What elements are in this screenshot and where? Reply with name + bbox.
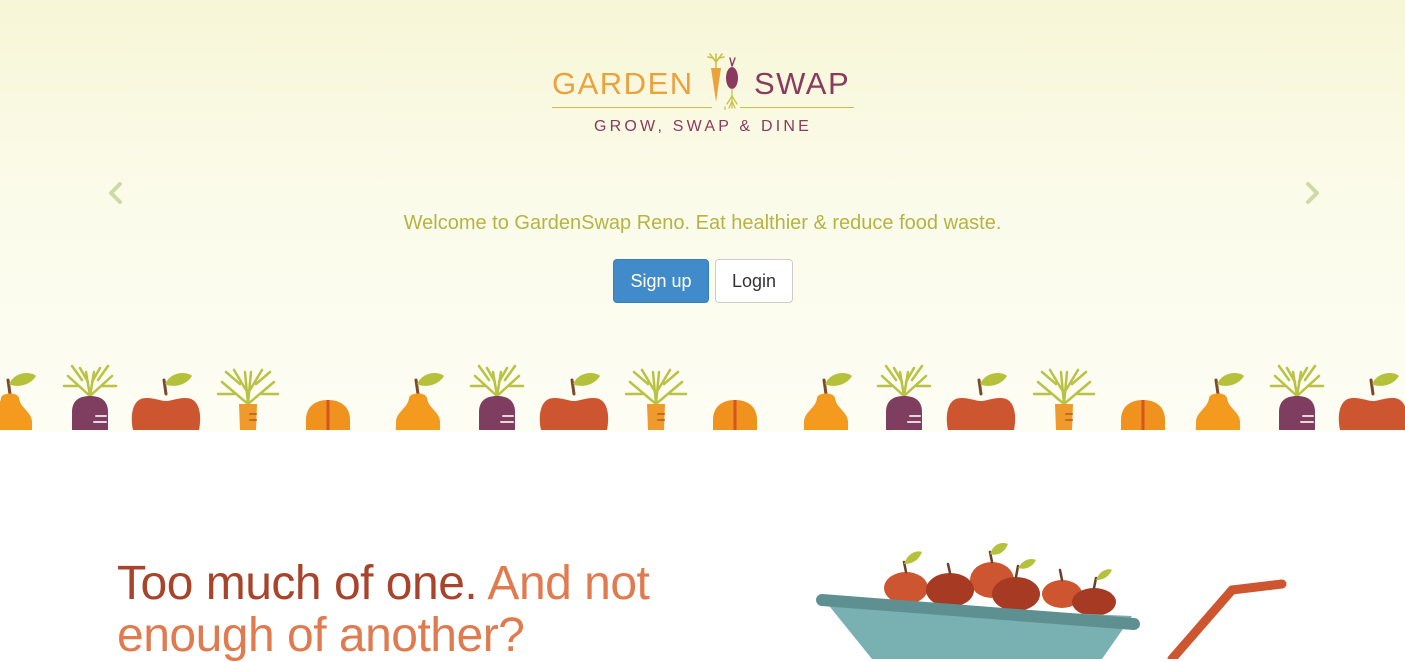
hero-banner: GARDEN SWAP GROW, SWAP & DINE Welcome to… [0,0,1405,432]
vegetable-border [0,364,1405,432]
logo-divider-right [740,107,854,108]
carrot-beet-logo-icon [707,53,738,110]
wheelbarrow-of-apples-icon [816,543,1287,659]
chevron-left-icon[interactable] [104,180,128,206]
welcome-message: Welcome to GardenSwap Reno. Eat healthie… [403,212,1002,234]
signup-button[interactable]: Sign up [613,259,709,303]
logo-garden-text: GARDEN [552,66,694,101]
chevron-right-icon[interactable] [1300,180,1324,206]
logo-swap-text: SWAP [754,66,851,101]
logo-divider-left [552,107,712,108]
logo-tagline: GROW, SWAP & DINE [594,118,812,135]
headline-part-one: Too much of one. [117,557,478,610]
section-headline: Too much of one. And not enough of anoth… [117,558,757,662]
garden-swap-logo[interactable]: GARDEN SWAP GROW, SWAP & DINE [552,46,854,138]
login-button[interactable]: Login [715,259,793,303]
